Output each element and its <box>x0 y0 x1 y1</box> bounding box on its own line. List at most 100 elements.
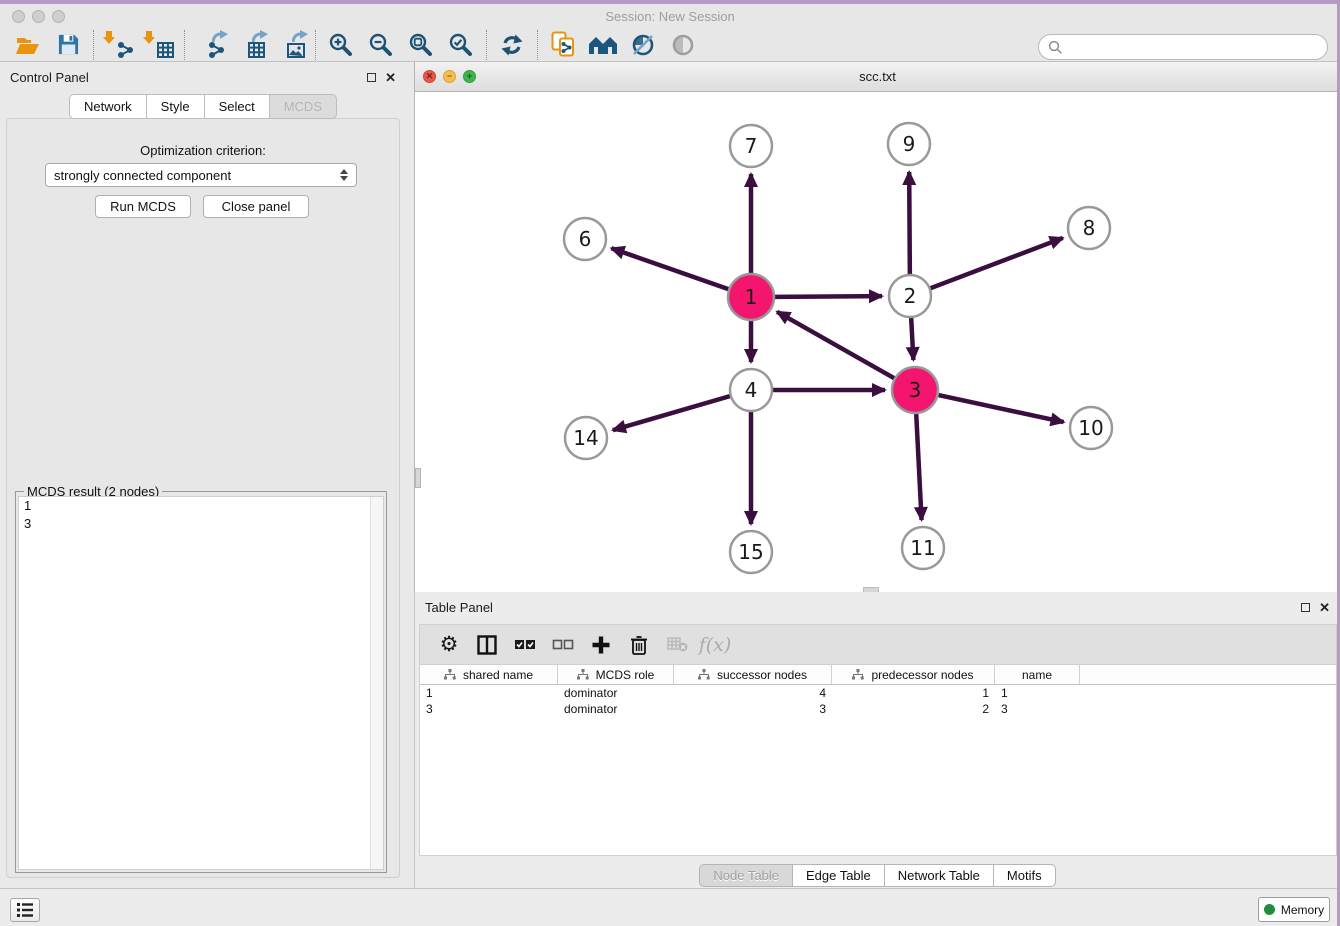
graph-edge-1-6[interactable] <box>611 248 728 289</box>
task-history-button[interactable] <box>10 898 40 922</box>
save-session-button[interactable] <box>48 29 88 61</box>
tab-motifs[interactable]: Motifs <box>993 864 1056 887</box>
table-cell[interactable]: 2 <box>832 701 995 717</box>
canvas-left-splitter-handle[interactable] <box>415 468 421 488</box>
window-frame-top <box>0 0 1340 4</box>
export-table-button[interactable] <box>230 29 270 61</box>
table-cell[interactable]: 3 <box>420 701 558 717</box>
zoom-in-button[interactable] <box>321 29 361 61</box>
table-row[interactable]: 1dominator411 <box>420 685 1336 701</box>
graph-node-6[interactable]: 6 <box>564 218 606 260</box>
graph-node-3[interactable]: 3 <box>892 367 938 413</box>
graph-node-4[interactable]: 4 <box>730 369 772 411</box>
tab-node-table[interactable]: Node Table <box>699 864 792 887</box>
apply-function-button[interactable]: f(x) <box>698 628 732 662</box>
memory-status-icon <box>1264 904 1275 915</box>
status-bar: Memory <box>0 888 1340 926</box>
show-graphics-details-button[interactable] <box>623 29 663 61</box>
table-cell[interactable]: 1 <box>995 685 1080 701</box>
table-cell[interactable]: 3 <box>674 701 832 717</box>
birds-eye-view-button[interactable] <box>583 29 623 61</box>
table-cell[interactable]: dominator <box>558 701 674 717</box>
tab-mcds[interactable]: MCDS <box>269 94 337 119</box>
app-titlebar: Session: New Session <box>0 4 1340 28</box>
panel-splitter[interactable] <box>406 62 414 888</box>
graph-node-7[interactable]: 7 <box>730 125 772 167</box>
table-panel-header: Table Panel ✕ <box>415 592 1340 622</box>
graph-node-8[interactable]: 8 <box>1068 207 1110 249</box>
table-cell[interactable]: 1 <box>832 685 995 701</box>
graph-node-10[interactable]: 10 <box>1070 407 1112 449</box>
graph-edge-1-2[interactable] <box>775 296 882 297</box>
refresh-button[interactable] <box>492 29 532 61</box>
tab-network-table[interactable]: Network Table <box>884 864 993 887</box>
graph-node-9[interactable]: 9 <box>888 123 930 165</box>
graph-node-1[interactable]: 1 <box>728 274 774 320</box>
control-panel-tabs: Network Style Select MCDS <box>0 94 406 119</box>
network-close-button[interactable]: ✕ <box>423 70 436 83</box>
graph-node-label: 9 <box>903 132 916 156</box>
tab-style[interactable]: Style <box>146 94 204 119</box>
memory-button[interactable]: Memory <box>1258 897 1330 922</box>
tab-edge-table[interactable]: Edge Table <box>792 864 884 887</box>
export-network-button[interactable] <box>190 29 230 61</box>
graph-edge-3-1[interactable] <box>777 312 894 378</box>
delete-columns-button[interactable] <box>622 628 656 662</box>
graph-node-11[interactable]: 11 <box>902 527 944 569</box>
column-visibility-button[interactable] <box>470 628 504 662</box>
graph-node-14[interactable]: 14 <box>565 417 607 459</box>
graph-edge-2-3[interactable] <box>911 318 913 360</box>
graph-edge-4-14[interactable] <box>613 396 730 430</box>
graph-node-15[interactable]: 15 <box>730 531 772 573</box>
select-all-rows-button[interactable] <box>508 628 542 662</box>
table-cell[interactable]: 1 <box>420 685 558 701</box>
close-panel-button[interactable]: Close panel <box>203 195 309 218</box>
graph-node-2[interactable]: 2 <box>889 275 931 317</box>
graph-edge-3-11[interactable] <box>916 414 921 520</box>
network-window-titlebar[interactable]: ✕ − + scc.txt <box>415 62 1340 92</box>
column-header-predecessor-nodes[interactable]: predecessor nodes <box>832 665 995 684</box>
graph-node-label: 11 <box>910 536 935 560</box>
column-header-name[interactable]: name <box>995 665 1080 684</box>
run-mcds-button[interactable]: Run MCDS <box>95 195 191 218</box>
column-header-shared-name[interactable]: shared name <box>420 665 558 684</box>
export-image-button[interactable] <box>270 29 310 61</box>
network-minimize-button[interactable]: − <box>443 70 456 83</box>
tab-network[interactable]: Network <box>69 94 146 119</box>
close-table-panel-icon[interactable]: ✕ <box>1319 601 1330 614</box>
zoom-selected-button[interactable] <box>441 29 481 61</box>
tab-select[interactable]: Select <box>204 94 269 119</box>
table-options-button[interactable]: ⚙ <box>432 628 466 662</box>
import-network-button[interactable] <box>99 29 139 61</box>
graph-edge-2-8[interactable] <box>931 238 1063 288</box>
column-header-mcds-role[interactable]: MCDS role <box>558 665 674 684</box>
network-zoom-button[interactable]: + <box>463 70 476 83</box>
optimization-criterion-value: strongly connected component <box>54 168 231 183</box>
search-input[interactable] <box>1038 34 1328 60</box>
clone-network-button[interactable] <box>543 29 583 61</box>
overview-eye-button[interactable] <box>663 29 703 61</box>
delete-table-button[interactable] <box>660 628 694 662</box>
optimization-criterion-select[interactable]: strongly connected component <box>45 163 357 187</box>
result-scrollbar[interactable] <box>370 497 383 869</box>
graph-edge-2-9[interactable] <box>909 172 910 274</box>
close-panel-icon[interactable]: ✕ <box>385 71 396 84</box>
float-panel-icon[interactable] <box>367 73 376 82</box>
table-cell[interactable]: dominator <box>558 685 674 701</box>
zoom-fit-button[interactable] <box>401 29 441 61</box>
add-column-button[interactable] <box>584 628 618 662</box>
network-title: scc.txt <box>415 69 1340 84</box>
table-cell[interactable]: 3 <box>995 701 1080 717</box>
table-cell[interactable]: 4 <box>674 685 832 701</box>
mcds-result-list[interactable]: 13 <box>18 496 384 870</box>
table-row[interactable]: 3dominator323 <box>420 701 1336 717</box>
float-table-panel-icon[interactable] <box>1301 603 1310 612</box>
network-canvas[interactable]: 7 9 6 8 1 2 4 3 14 10 15 11 <box>415 92 1340 592</box>
fx-icon: f(x) <box>699 634 732 656</box>
import-table-button[interactable] <box>139 29 179 61</box>
open-file-button[interactable] <box>8 29 48 61</box>
column-header-successor-nodes[interactable]: successor nodes <box>674 665 832 684</box>
deselect-all-rows-button[interactable] <box>546 628 580 662</box>
zoom-out-button[interactable] <box>361 29 401 61</box>
graph-edge-3-10[interactable] <box>938 395 1063 422</box>
